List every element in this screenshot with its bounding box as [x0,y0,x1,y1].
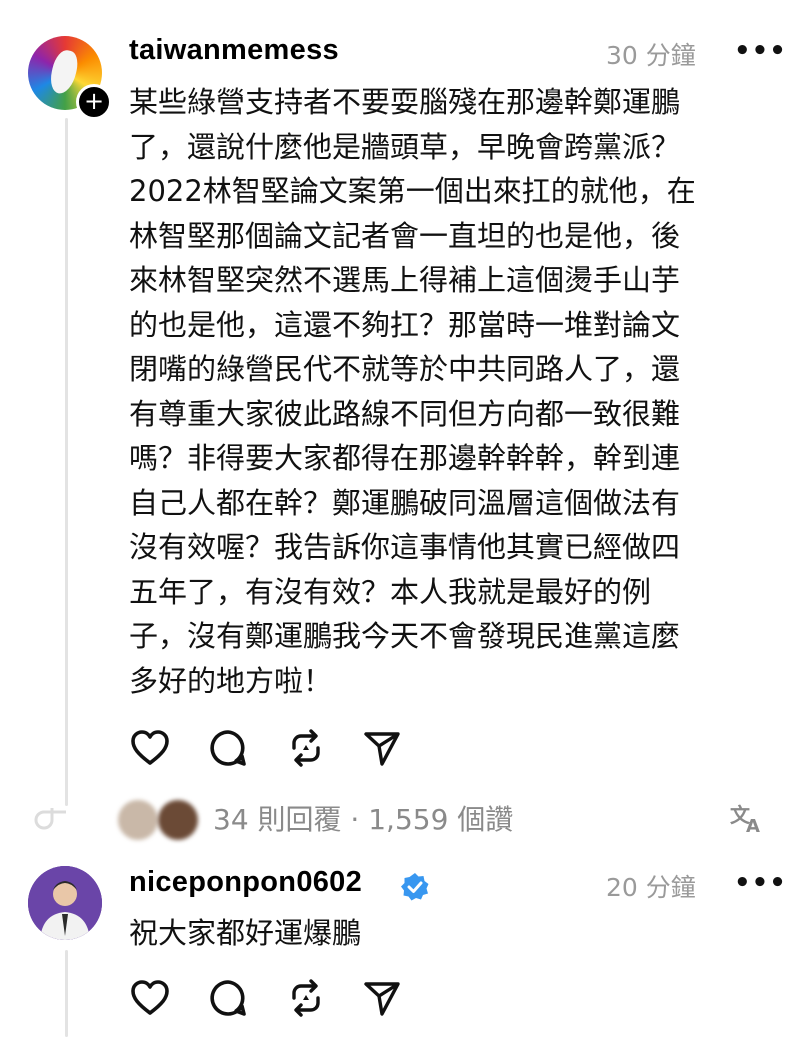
reply-timestamp: 20 分鐘 [606,873,696,902]
post-line: 了，還說什麼他是牆頭草，早晚會跨黨派？ [129,129,681,164]
translate-icon[interactable]: 文A [728,800,768,842]
post-line: 嗎？非得要大家都得在那邊幹幹幹，幹到連 [129,441,681,475]
post-line: 自己人都在幹？鄭運鵬破同溫層這個做法有 [129,485,681,520]
post-line: 有尊重大家彼此路線不同但方向都一致很難 [129,396,681,431]
post-line: 2022林智堅論文案第一個出來扛的就他，在 [129,174,696,208]
post-line: 沒有效喔？我告訴你這事情他其實已經做四 [129,530,681,564]
avatar [118,800,158,840]
reply-avatars[interactable] [118,800,206,840]
more-options-button[interactable]: ••• [734,36,787,66]
thread-line [65,950,68,1037]
post-line: 林智堅那個論文記者會一直坦的也是他，後 [129,218,681,253]
avatar[interactable] [28,866,102,940]
comment-icon[interactable] [206,726,250,770]
reply-more-options-button[interactable]: ••• [734,868,787,898]
reply-username[interactable]: niceponpon0602 [129,866,362,899]
thread-line [65,118,68,806]
heart-icon[interactable] [128,726,172,770]
thread-end-curl-icon [30,804,70,834]
taiwan-map-icon [47,47,81,97]
repost-icon[interactable] [284,976,328,1020]
post-line: 多好的地方啦！ [129,663,333,698]
post-timestamp: 30 分鐘 [606,41,696,70]
comment-icon[interactable] [206,976,250,1020]
heart-icon[interactable] [128,976,172,1020]
share-icon[interactable] [360,976,404,1020]
svg-text:A: A [746,816,760,836]
post-line: 閉嘴的綠營民代不就等於中共同路人了，還 [129,352,681,386]
post-line: 某些綠營支持者不要耍腦殘在那邊幹鄭運鵬 [129,85,681,119]
reply-text: 祝大家都好運爆鵬 [129,916,362,950]
post-line: 來林智堅突然不選馬上得補上這個燙手山芋 [129,263,681,297]
follow-plus-button[interactable]: + [76,84,112,120]
verified-badge-icon [400,872,430,902]
avatar [158,800,198,840]
replies-likes-count[interactable]: 34 則回覆 · 1,559 個讚 [213,798,513,838]
post-line: 的也是他，這還不夠扛？那當時一堆對論文 [129,307,681,342]
post-username[interactable]: taiwanmemess [129,34,339,67]
repost-icon[interactable] [284,726,328,770]
post-line: 五年了，有沒有效？本人我就是最好的例 [129,574,652,609]
share-icon[interactable] [360,726,404,770]
post-text: 某些綠營支持者不要耍腦殘在那邊幹鄭運鵬 了，還說什麼他是牆頭草，早晚會跨黨派？ … [129,80,779,703]
post-line: 子，沒有鄭運鵬我今天不會發現民進黨這麼 [129,619,681,653]
